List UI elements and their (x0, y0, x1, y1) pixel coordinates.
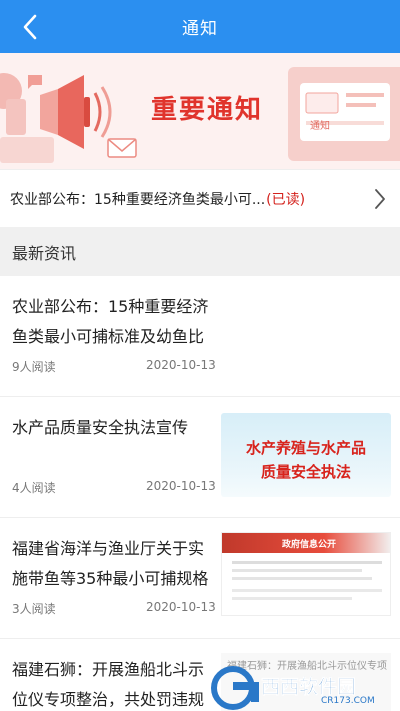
news-date: 2020-10-13 (146, 600, 216, 614)
read-count: 3人阅读 (12, 602, 56, 616)
notice-item[interactable]: 农业部公布：15种重要经济鱼类最小可... (已读) (0, 169, 400, 227)
news-item[interactable]: 农业部公布：15种重要经济鱼类最小可捕标准及幼鱼比 9人阅读 2020-10-1… (0, 276, 400, 396)
thumbnail-line (232, 569, 362, 572)
chevron-left-icon (23, 14, 37, 40)
screen: 通知 通知 重要通知 农业部公布：15种重要经济鱼类最小可... (已读) 最新… (0, 0, 400, 711)
news-date: 2020-10-13 (146, 358, 216, 372)
read-count: 4人阅读 (12, 481, 56, 495)
news-item[interactable]: 水产品质量安全执法宣传 4人阅读 2020-10-13 水产养殖与水产品 质量安… (0, 397, 400, 517)
banner-badge: 通知 (310, 121, 330, 132)
app-header: 通知 (0, 0, 400, 53)
news-thumbnail: 水产养殖与水产品 质量安全执法 (221, 413, 391, 497)
news-date: 2020-10-13 (146, 479, 216, 493)
banner-title: 重要通知 (151, 95, 264, 125)
read-status-badge: (已读) (266, 191, 306, 208)
news-item[interactable]: 福建省海洋与渔业厅关于实施带鱼等35种最小可捕规格 3人阅读 2020-10-1… (0, 518, 400, 638)
thumbnail-caption: 水产养殖与水产品 (245, 439, 366, 457)
back-button[interactable] (14, 11, 46, 43)
news-title: 水产品质量安全执法宣传 (12, 418, 189, 437)
watermark: 西西软件园 CR173.COM (205, 660, 400, 711)
thumbnail-line (232, 561, 382, 564)
thumbnail-line (232, 589, 382, 592)
news-title: 福建石狮：开展渔船北斗示位仪专项整治，共处罚违规 (12, 660, 205, 709)
news-title: 福建省海洋与渔业厅关于实施带鱼等35种最小可捕规格 (12, 539, 209, 588)
thumbnail-line (232, 577, 372, 580)
thumbnail-caption: 质量安全执法 (260, 463, 351, 481)
chevron-right-icon (375, 189, 385, 209)
thumbnail-caption: 政府信息公开 (282, 540, 337, 550)
thumbnail-line (232, 597, 352, 600)
page-title: 通知 (182, 19, 218, 39)
notice-text: 农业部公布：15种重要经济鱼类最小可... (10, 191, 266, 208)
news-title: 农业部公布：15种重要经济鱼类最小可捕标准及幼鱼比 (12, 297, 209, 346)
read-count: 9人阅读 (12, 360, 56, 374)
notice-banner[interactable]: 通知 重要通知 (0, 53, 400, 169)
news-thumbnail (221, 288, 391, 370)
watermark-domain: CR173.COM (321, 696, 375, 706)
watermark-brand: 西西软件园 (261, 676, 357, 699)
news-thumbnail: 政府信息公开 (221, 532, 391, 616)
section-title: 最新资讯 (0, 227, 400, 276)
